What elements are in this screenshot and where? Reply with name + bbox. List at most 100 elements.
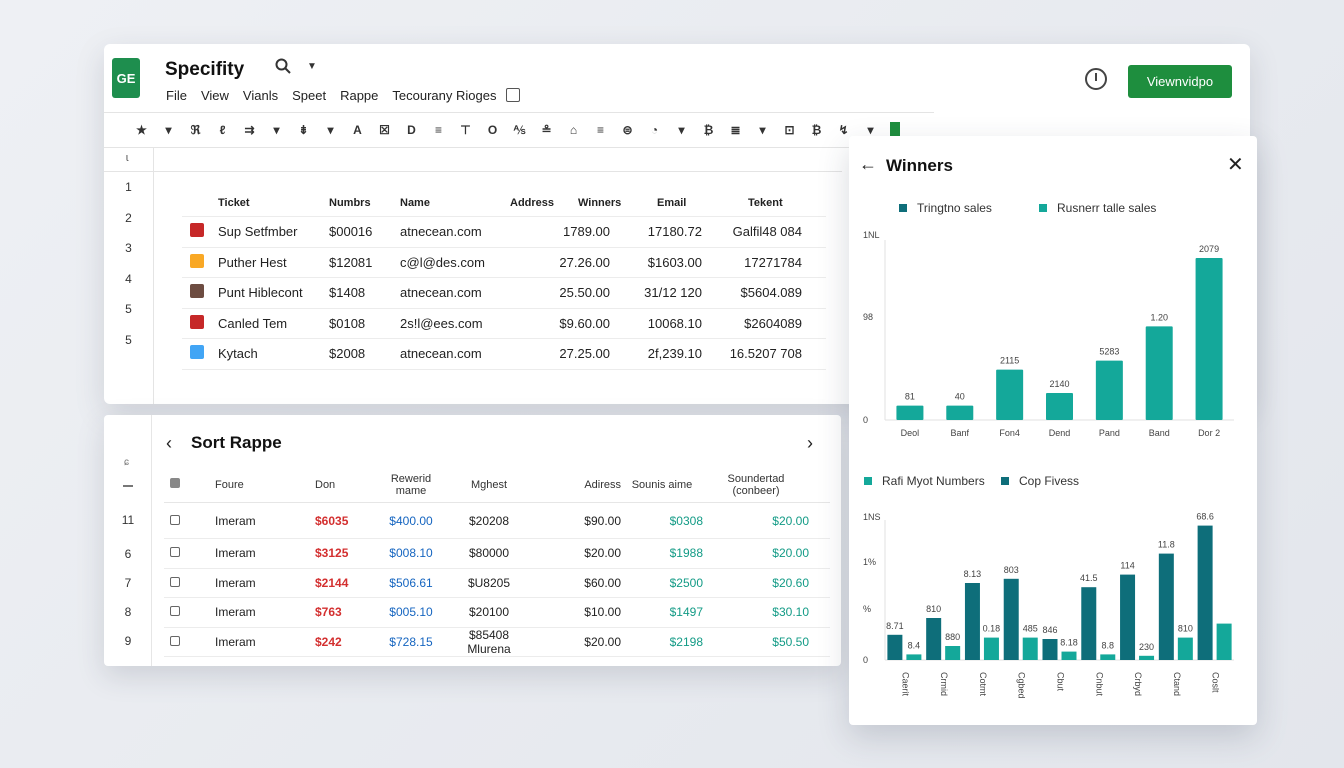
adiress-cell[interactable]: $90.00	[531, 514, 621, 528]
menu-item-rappe[interactable]: Rappe	[340, 88, 378, 103]
email-cell[interactable]: 17180.72	[610, 224, 702, 239]
ticket-cell[interactable]: Sup Setfmber	[218, 224, 329, 239]
foure-cell[interactable]: Imeram	[215, 576, 315, 590]
view-button[interactable]: Viewnvidpo	[1128, 65, 1232, 98]
toolbar-sort-icon[interactable]: ≣	[722, 123, 749, 137]
row-checkbox[interactable]	[170, 635, 180, 646]
name-cell[interactable]: atnecean.com	[400, 285, 510, 300]
winners-cell[interactable]: $9.60.00	[510, 316, 610, 331]
cell-icon-wrap[interactable]	[182, 345, 218, 362]
toolbar-caret-icon[interactable]: ▾	[749, 123, 776, 137]
table-row[interactable]: Imeram $242 $728.15 $85408 Mlurena $20.00 $21…	[164, 628, 830, 657]
email-cell[interactable]: $1603.00	[610, 255, 702, 270]
cell-icon-wrap[interactable]	[182, 284, 218, 301]
name-cell[interactable]: atnecean.com	[400, 224, 510, 239]
sounis-cell[interactable]: $2198	[621, 635, 703, 649]
column-header-ticket[interactable]: Ticket	[218, 197, 329, 209]
row-number[interactable]: 5	[104, 294, 153, 325]
number-cell[interactable]: $2008	[329, 346, 400, 361]
don-cell[interactable]: $763	[315, 605, 375, 619]
table-row[interactable]: Sup Setfmber $00016 atnecean.com 1789.00 171…	[182, 217, 826, 248]
toolbar-merge-icon[interactable]: ⇉	[236, 123, 263, 137]
sounder-cell[interactable]: $50.50	[703, 635, 809, 649]
sounder-cell[interactable]: $20.00	[703, 546, 809, 560]
column-header-winners[interactable]: Winners	[578, 197, 657, 209]
sounder-cell[interactable]: $30.10	[703, 605, 809, 619]
winners-cell[interactable]: 1789.00	[510, 224, 610, 239]
row-number[interactable]: 8	[104, 605, 152, 619]
foure-cell[interactable]: Imeram	[215, 605, 315, 619]
don-cell[interactable]: $6035	[315, 514, 375, 528]
cell-icon-wrap[interactable]	[182, 314, 218, 332]
toolbar-italic-icon[interactable]: ℓ	[209, 123, 236, 137]
toolbar-align-icon[interactable]: ⇟	[290, 123, 317, 137]
rewerid-cell[interactable]: $728.15	[375, 635, 447, 649]
row-checkbox[interactable]	[170, 606, 180, 617]
mghest-cell[interactable]: $80000	[447, 546, 531, 560]
number-cell[interactable]: $00016	[329, 224, 400, 239]
toolbar-caret-icon[interactable]: ▾	[263, 123, 290, 137]
table-row[interactable]: Imeram $763 $005.10 $20100 $10.00 $1497 $30.10	[164, 598, 830, 628]
toolbar-star-icon[interactable]: ★	[128, 123, 155, 137]
name-cell[interactable]: atnecean.com	[400, 346, 510, 361]
rewerid-cell[interactable]: $400.00	[375, 514, 447, 528]
collapse-icon[interactable]	[123, 485, 133, 487]
number-cell[interactable]: $1408	[329, 285, 400, 300]
winners-cell[interactable]: 27.26.00	[510, 255, 610, 270]
column-header-don[interactable]: Don	[315, 479, 375, 491]
row-checkbox[interactable]	[170, 576, 180, 587]
toolbar-underline-icon[interactable]: ⌂	[560, 123, 587, 137]
don-cell[interactable]: $2144	[315, 576, 375, 590]
toolbar-fill-icon[interactable]: ≗	[533, 123, 560, 137]
row-number[interactable]: 2	[104, 203, 153, 234]
row-checkbox[interactable]	[170, 514, 180, 525]
toolbar-filter-icon[interactable]: ⊜	[614, 123, 641, 137]
toolbar-flash-icon[interactable]: ↯	[830, 123, 857, 137]
toolbar-format-icon[interactable]: ℜ	[182, 123, 209, 137]
toolbar-d-icon[interactable]: D	[398, 123, 425, 137]
toolbar-list-icon[interactable]: ≡	[587, 123, 614, 137]
sounis-cell[interactable]: $0308	[621, 514, 703, 528]
email-cell[interactable]: 31/12 120	[610, 285, 702, 300]
table-row[interactable]: Kytach $2008 atnecean.com 27.25.00 2f,239.10…	[182, 339, 826, 370]
row-number[interactable]: 11	[104, 513, 152, 527]
rewerid-cell[interactable]: $008.10	[375, 546, 447, 560]
cell-icon-wrap[interactable]	[182, 223, 218, 240]
ticket-cell[interactable]: Punt Hiblecont	[218, 285, 329, 300]
tekent-cell[interactable]: $5604.089	[702, 285, 802, 300]
tekent-cell[interactable]: Galfil48 084	[702, 224, 802, 239]
name-cell[interactable]: 2s!l@ees.com	[400, 316, 510, 331]
ticket-cell[interactable]: Puther Hest	[218, 255, 329, 270]
row-number[interactable]: 3	[104, 233, 153, 264]
column-header-mghest[interactable]: Mghest	[447, 479, 531, 491]
menu-item-vianls[interactable]: Vianls	[243, 88, 278, 103]
toolbar-caret-icon[interactable]: ▾	[668, 123, 695, 137]
toolbar-caret-icon[interactable]: ▾	[155, 123, 182, 137]
don-cell[interactable]: $3125	[315, 546, 375, 560]
row-number[interactable]: 7	[104, 576, 152, 590]
sounder-cell[interactable]: $20.00	[703, 514, 809, 528]
column-header-numbrs[interactable]: Numbrs	[329, 197, 400, 209]
toolbar-chart-icon[interactable]: ◔	[641, 123, 668, 137]
table-row[interactable]: Imeram $2144 $506.61 $U8205 $60.00 $2500 $20.6…	[164, 569, 830, 598]
column-header-name[interactable]: Name	[400, 197, 510, 209]
chevron-left-icon[interactable]: ‹	[166, 433, 172, 454]
mghest-cell[interactable]: $20100	[447, 605, 531, 619]
number-cell[interactable]: $0108	[329, 316, 400, 331]
sounis-cell[interactable]: $2500	[621, 576, 703, 590]
number-cell[interactable]: $12081	[329, 255, 400, 270]
menu-item-tecourany[interactable]: Tecourany Rioges	[392, 88, 496, 103]
tekent-cell[interactable]: 16.5207 708	[702, 346, 802, 361]
adiress-cell[interactable]: $60.00	[531, 576, 621, 590]
sounder-cell[interactable]: $20.60	[703, 576, 809, 590]
mghest-cell[interactable]: $U8205	[447, 576, 531, 590]
mghest-cell[interactable]: $85408 Mlurena	[447, 628, 531, 656]
cell-icon-wrap[interactable]	[182, 253, 218, 271]
menu-item-file[interactable]: File	[166, 88, 187, 103]
row-number[interactable]: 6	[104, 547, 152, 561]
search-icon[interactable]	[275, 58, 291, 74]
toolbar-circle-icon[interactable]: O	[479, 123, 506, 137]
rewerid-cell[interactable]: $005.10	[375, 605, 447, 619]
table-row[interactable]: Imeram $3125 $008.10 $80000 $20.00 $1988 $20.0…	[164, 539, 830, 569]
column-header-rewerid[interactable]: Rewerid mame	[375, 473, 447, 497]
